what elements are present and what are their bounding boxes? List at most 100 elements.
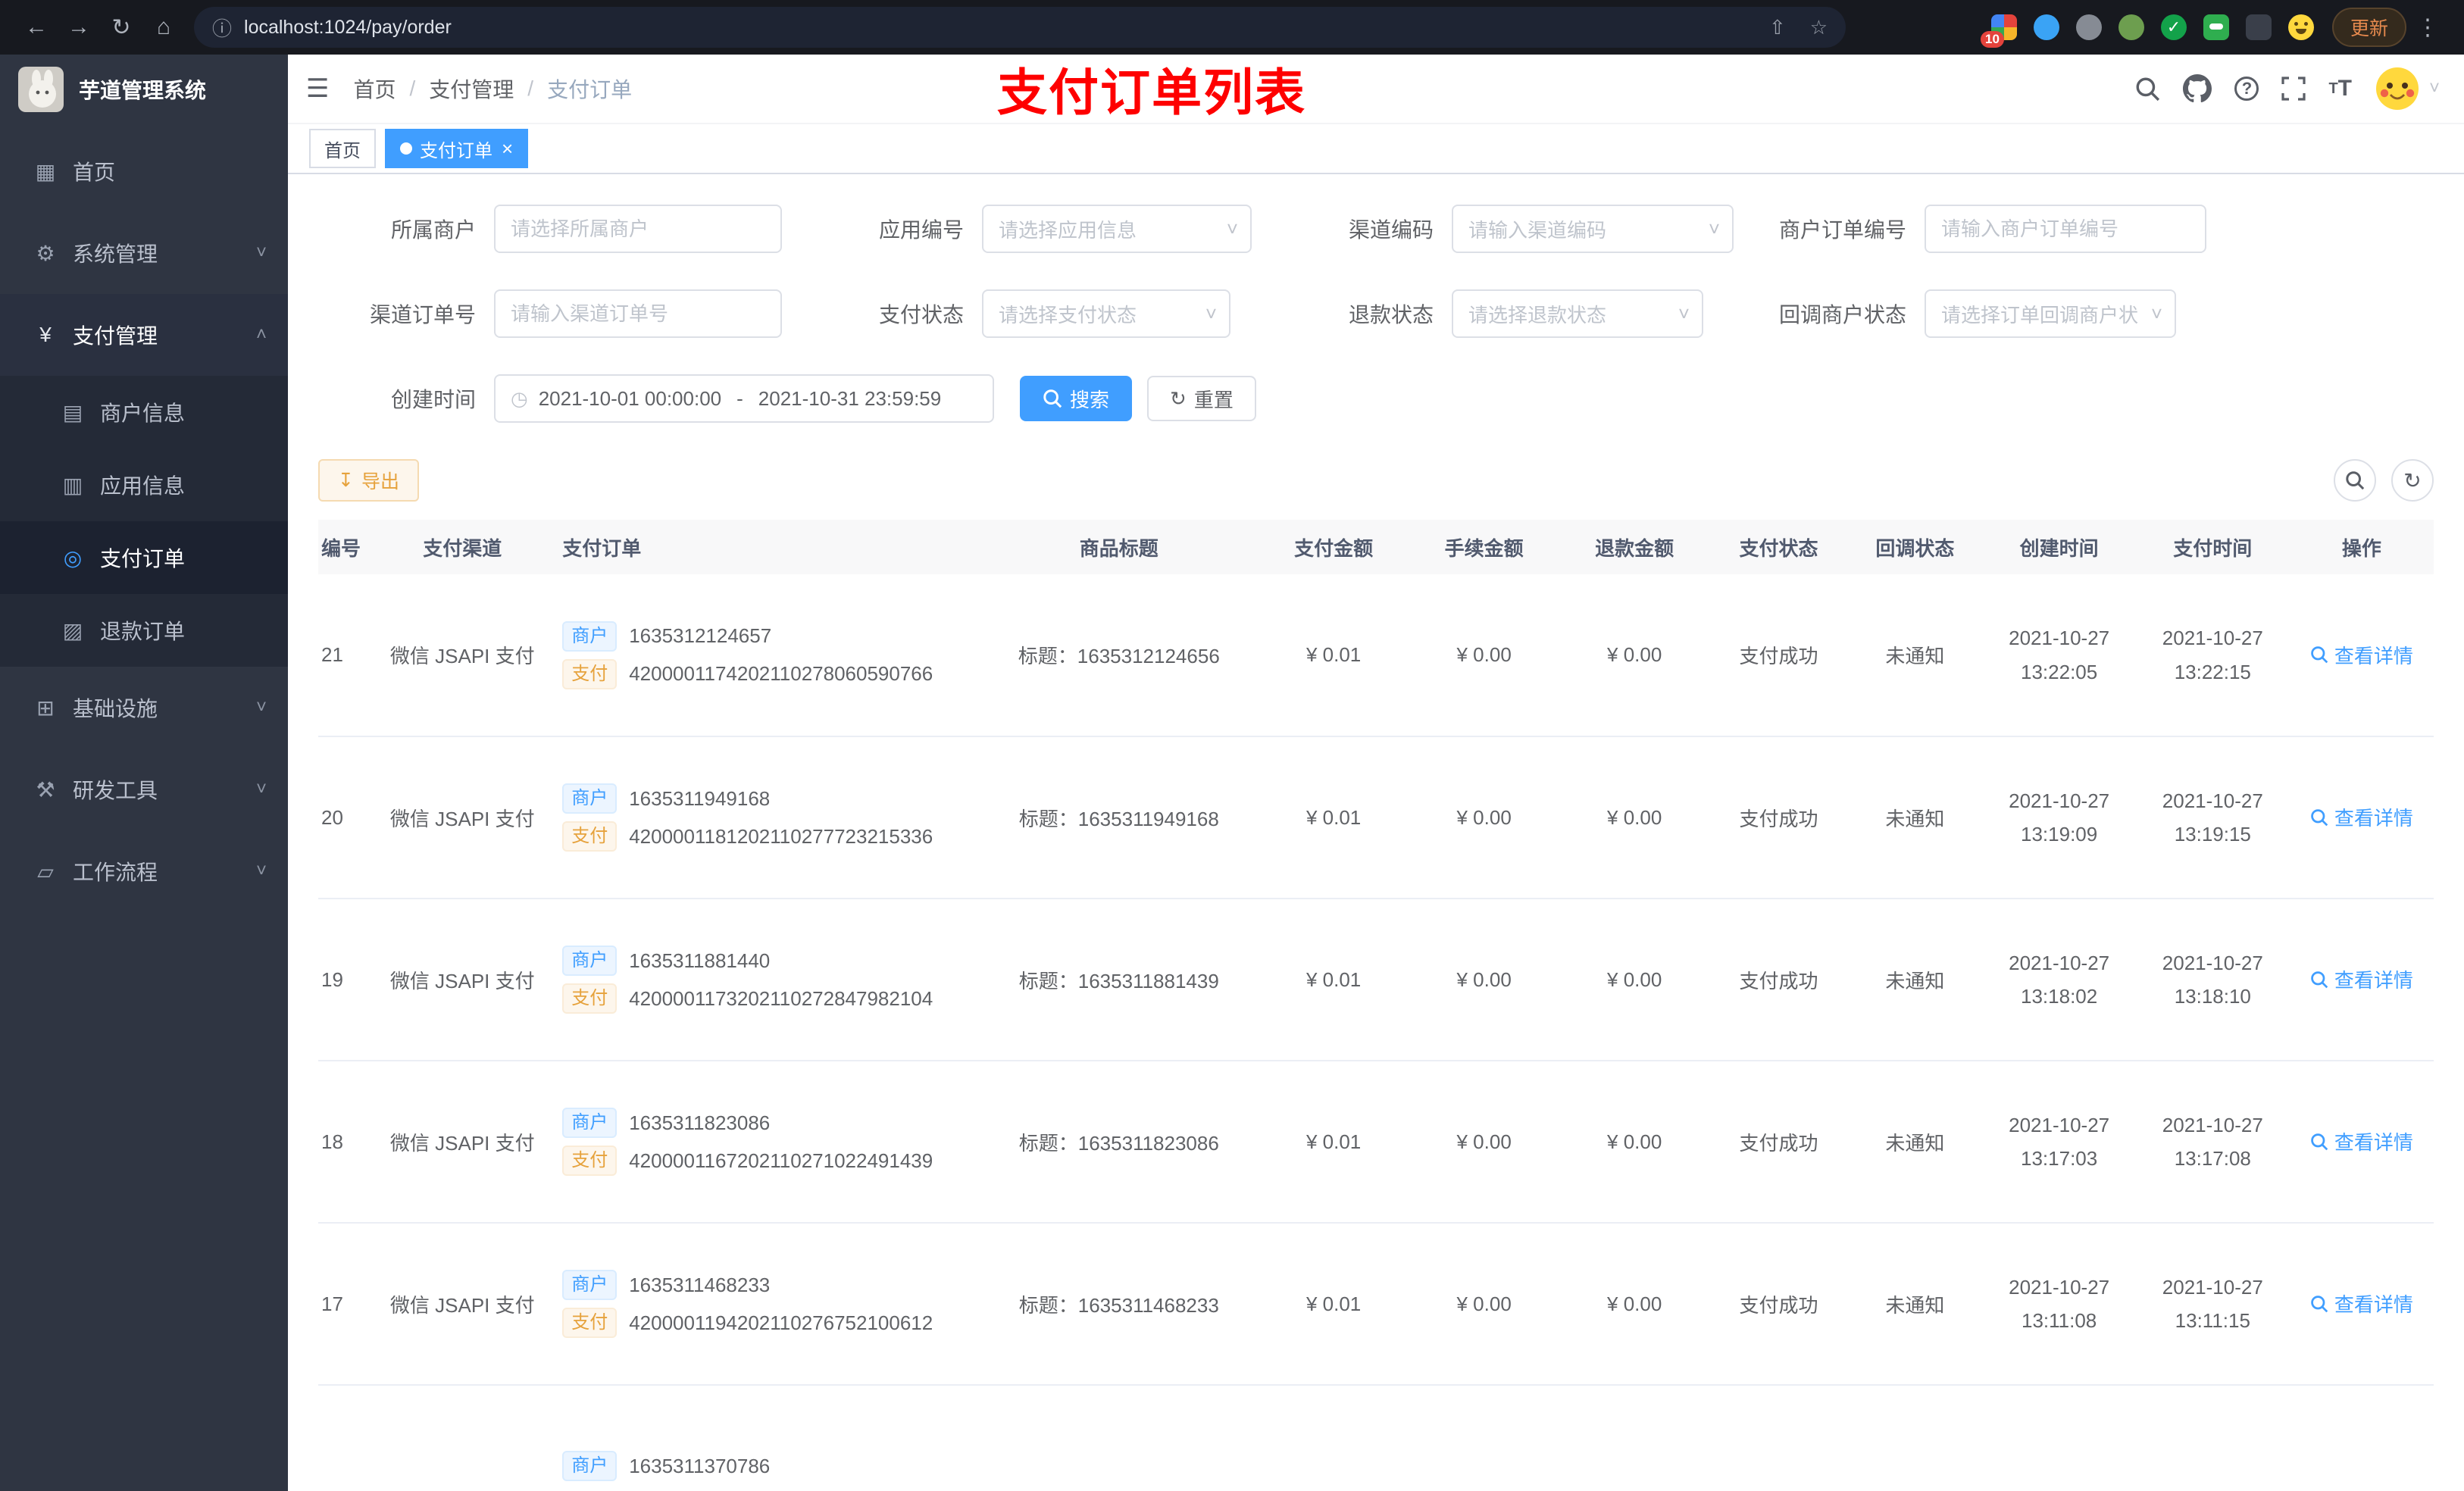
text-size-icon[interactable]: TT [2328,76,2352,102]
date-end-value: 2021-10-31 23:59:59 [758,386,942,410]
merchant-order-no-input-field[interactable] [1941,217,2190,241]
forward-icon[interactable]: → [58,14,100,40]
sidebar-item-payment[interactable]: ¥ 支付管理 ˄ [0,294,288,376]
extension-dark-icon[interactable] [2245,14,2272,40]
channel-badge: 支付 [562,658,618,689]
sidebar-item-system[interactable]: ⚙ 系统管理 ˅ [0,212,288,294]
bank-card-icon: ▤ [62,400,83,424]
browser-update-button[interactable]: 更新 [2331,8,2406,47]
tab-home[interactable]: 首页 [309,129,376,168]
browser-profile-avatar[interactable] [2287,14,2314,40]
reload-icon[interactable]: ↻ [100,14,142,41]
chevron-down-icon: ˅ [255,697,267,717]
col-fee-amount: 手续金额 [1409,520,1559,574]
view-detail-link[interactable]: 查看详情 [2310,641,2413,669]
filter-label-merchant-order-no: 商户订单编号 [1778,218,1906,242]
url-text: localhost:1024/pay/order [244,16,452,38]
github-icon[interactable] [2183,74,2212,103]
col-id: 编号 [318,520,372,574]
filter-label-app: 应用编号 [878,218,964,242]
hamburger-icon[interactable]: ☰ [306,73,329,104]
merchant-order-no: 1635312124657 [629,624,772,647]
notify-status: 未通知 [1847,1223,1983,1386]
merchant-filter-input-field[interactable] [511,217,765,241]
help-icon[interactable]: ? [2234,77,2259,101]
table-row: 18 微信 JSAPI 支付 商户 1635311823086 支付 4200001… [318,1061,2434,1224]
product-title: 标题：1635311823086 [979,1061,1259,1224]
view-detail-link[interactable]: 查看详情 [2310,803,2413,831]
pay-status: 支付成功 [1709,1061,1848,1224]
create-time-range-picker[interactable]: ◷ 2021-10-01 00:00:00 - 2021-10-31 23:59… [494,374,994,423]
app-filter-select[interactable]: 请选择应用信息 ˅ [982,205,1252,253]
extension-check-icon[interactable]: ✓ [2160,14,2187,40]
app-logo[interactable]: 芋道管理系统 [0,55,288,124]
order-id: 17 [318,1223,372,1386]
search-icon[interactable] [2134,76,2160,102]
toggle-search-button[interactable] [2334,459,2376,502]
fullscreen-icon[interactable] [2281,77,2306,101]
sidebar-item-merchant-info[interactable]: ▤ 商户信息 [0,376,288,449]
reset-button[interactable]: ↻ 重置 [1147,376,1256,421]
view-detail-link[interactable]: 查看详情 [2310,1289,2413,1318]
sidebar-item-devtools[interactable]: ⚒ 研发工具 ˅ [0,749,288,830]
merchant-order-no-input[interactable] [1925,205,2206,253]
col-pay-time: 支付时间 [2135,520,2290,574]
share-icon[interactable]: ⇧ [1769,16,1786,39]
pay-amount: ¥ 0.01 [1258,574,1409,737]
export-button[interactable]: ↧ 导出 [318,459,419,502]
refresh-table-button[interactable]: ↻ [2391,459,2434,502]
sidebar-item-label: 系统管理 [73,242,158,266]
sidebar-item-infra[interactable]: ⊞ 基础设施 ˅ [0,667,288,749]
extension-multicolor-icon[interactable]: 10 [1980,14,2017,48]
merchant-badge: 商户 [562,1451,618,1481]
sidebar-item-refund-order[interactable]: ▨ 退款订单 [0,594,288,667]
user-avatar[interactable]: ˅ [2375,66,2440,111]
close-icon[interactable]: × [502,139,513,158]
sidebar-item-workflow[interactable]: ▱ 工作流程 ˅ [0,830,288,912]
sidebar-item-home[interactable]: ▦ 首页 [0,130,288,212]
sidebar-item-pay-order[interactable]: ◎ 支付订单 [0,521,288,594]
merchant-filter-input[interactable] [494,205,782,253]
back-icon[interactable]: ← [15,14,58,40]
col-title: 商品标题 [979,520,1259,574]
extension-gray-icon[interactable] [2075,14,2102,40]
fee-amount: ¥ 0.00 [1409,736,1559,899]
pay-status-filter-select[interactable]: 请选择支付状态 ˅ [982,289,1230,338]
extension-olive-icon[interactable] [2118,14,2144,40]
search-button[interactable]: 搜索 [1020,376,1133,421]
refund-status-filter-select[interactable]: 请选择退款状态 ˅ [1452,289,1703,338]
channel-order-no: 4200001194202110276752100612 [629,1311,933,1334]
pay-time: 2021-10-27 13:19:15 [2135,736,2290,899]
browser-home-icon[interactable]: ⌂ [142,14,185,40]
breadcrumb-home[interactable]: 首页 [353,73,396,104]
channel-badge: 支付 [562,1146,618,1176]
col-pay-status: 支付状态 [1709,520,1848,574]
browser-menu-icon[interactable]: ⋮ [2406,14,2449,41]
pay-channel: 微信 JSAPI 支付 [371,899,554,1061]
view-detail-link[interactable]: 查看详情 [2310,1127,2413,1155]
breadcrumb-payment[interactable]: 支付管理 [429,73,514,104]
notify-status: 未通知 [1847,899,1983,1061]
site-info-icon[interactable]: ⓘ [212,14,232,42]
chevron-down-icon: ˅ [255,861,267,881]
channel-order-no-input-field[interactable] [511,302,765,326]
channel-code-filter-select[interactable]: 请输入渠道编码 ˅ [1452,205,1734,253]
merchant-order-no: 1635311370786 [629,1454,771,1477]
view-detail-link[interactable]: 查看详情 [2310,965,2413,993]
extension-blue-icon[interactable] [2033,14,2059,40]
chevron-down-icon: ˅ [255,242,267,263]
bookmark-star-icon[interactable]: ☆ [1810,16,1828,39]
payment-submenu: ▤ 商户信息 ▥ 应用信息 ◎ 支付订单 ▨ 退款订单 [0,376,288,667]
tab-pay-order[interactable]: 支付订单 × [385,129,529,168]
table-row: 17 微信 JSAPI 支付 商户 1635311468233 支付 4200001… [318,1223,2434,1386]
notify-status-filter-select[interactable]: 请选择订单回调商户状态 ˅ [1925,289,2176,338]
chevron-down-icon: ˅ [1205,302,1217,325]
extension-chat-icon[interactable] [2203,14,2229,40]
monitor-icon: ⊞ [36,695,55,720]
col-create-time: 创建时间 [1982,520,2136,574]
refund-amount: ¥ 0.00 [1559,1223,1710,1386]
address-bar[interactable]: ⓘ localhost:1024/pay/order ⇧ ☆ [194,7,1846,48]
notify-status: 未通知 [1847,736,1983,899]
channel-order-no-input[interactable] [494,289,782,338]
sidebar-item-app-info[interactable]: ▥ 应用信息 [0,449,288,521]
